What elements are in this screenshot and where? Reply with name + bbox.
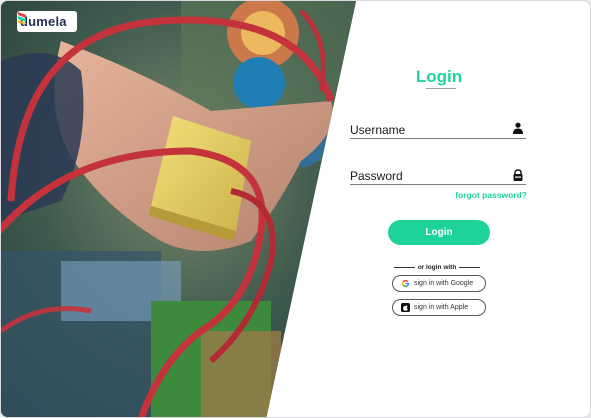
divider-line-right xyxy=(459,266,481,268)
or-login-with-divider: or login with xyxy=(394,262,481,272)
lock-icon xyxy=(513,169,523,181)
apple-signin-label: sign in with Apple xyxy=(414,304,469,311)
google-signin-button[interactable]: sign in with Google xyxy=(392,275,486,292)
or-login-with-text: or login with xyxy=(417,263,457,271)
divider-line-left xyxy=(394,266,415,268)
login-button[interactable]: Login xyxy=(388,220,490,245)
username-field[interactable]: Username xyxy=(350,123,405,137)
hero-photo-image xyxy=(1,1,356,417)
apple-icon xyxy=(401,303,410,312)
google-icon xyxy=(401,279,410,288)
login-window: dumela Login Username Password forgot pa… xyxy=(0,0,591,418)
brand-logo-icon xyxy=(18,12,26,24)
password-field[interactable]: Password xyxy=(350,169,403,183)
apple-signin-button[interactable]: sign in with Apple xyxy=(392,299,486,316)
google-signin-label: sign in with Google xyxy=(414,280,474,287)
brand-logo[interactable]: dumela xyxy=(17,11,77,32)
password-underline xyxy=(350,184,526,185)
forgot-password-link[interactable]: forgot password? xyxy=(431,190,527,200)
hero-photo: dumela xyxy=(1,1,356,417)
login-title: Login xyxy=(415,67,463,86)
username-underline xyxy=(350,138,526,139)
user-icon xyxy=(513,122,523,134)
title-underline xyxy=(426,88,456,89)
